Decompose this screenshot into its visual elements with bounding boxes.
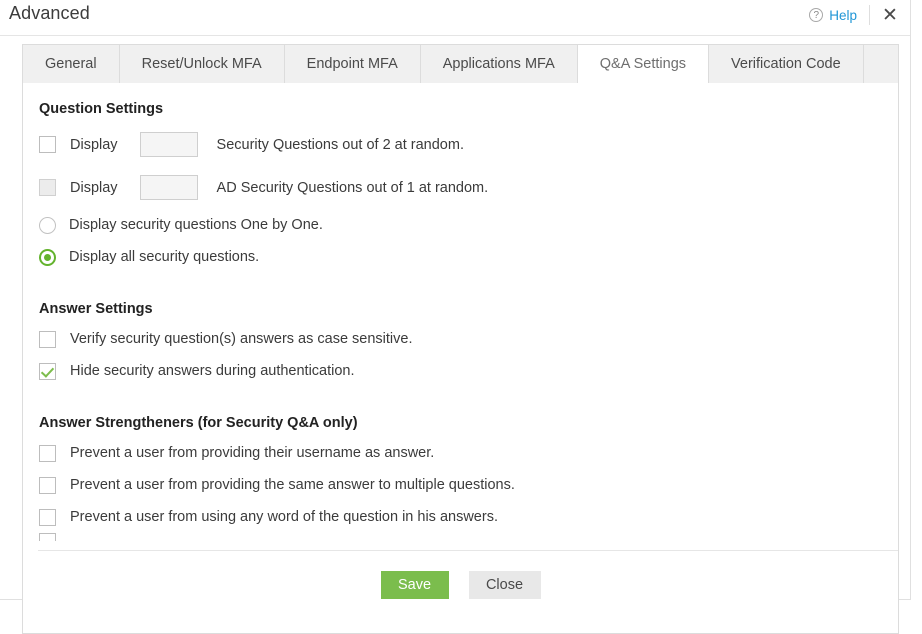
prevent-same-answer-label: Prevent a user from providing the same a… [70,477,515,493]
prevent-username-row: Prevent a user from providing their user… [39,437,898,469]
display-ad-security-questions-label: Display [70,179,118,196]
tab-applications-mfa[interactable]: Applications MFA [420,45,578,83]
answer-strengtheners-heading: Answer Strengtheners (for Security Q&A o… [39,415,358,431]
tab-verification-code[interactable]: Verification Code [709,45,864,83]
prevent-same-answer-checkbox[interactable] [39,476,56,494]
security-questions-count-input[interactable] [139,132,198,157]
dialog-header: Advanced ? Help ✕ [0,0,910,36]
close-button[interactable]: Close [468,571,541,599]
hide-answers-checkbox[interactable] [39,362,56,380]
tab-bar: General Reset/Unlock MFA Endpoint MFA Ap… [22,44,899,83]
prevent-question-word-label: Prevent a user from using any word of th… [70,509,498,525]
dialog-footer: Save Close [22,550,899,634]
prevent-same-answer-row: Prevent a user from providing the same a… [39,469,898,501]
footer-divider [38,550,898,551]
display-security-questions-label: Display [70,136,118,153]
save-button[interactable]: Save [380,571,449,599]
case-sensitive-row: Verify security question(s) answers as c… [39,323,898,355]
radio-display-all-questions[interactable] [39,248,56,266]
footer-buttons: Save Close [23,550,898,599]
help-link[interactable]: ? Help [809,8,869,23]
radio-display-all-row: Display all security questions. [39,241,898,273]
prevent-username-checkbox[interactable] [39,444,56,462]
question-settings-heading: Question Settings [39,101,164,117]
security-questions-suffix-label: Security Questions out of 2 at random. [216,136,464,153]
prevent-question-word-checkbox[interactable] [39,508,56,526]
prevent-question-word-row: Prevent a user from using any word of th… [39,501,898,533]
settings-content-scroll: Question Settings Display Security Quest… [22,83,899,550]
ad-security-questions-suffix-label: AD Security Questions out of 1 at random… [216,179,489,196]
clipped-next-option-checkbox[interactable] [39,533,56,541]
answer-settings-heading: Answer Settings [39,301,153,317]
tab-filler [863,45,898,83]
section-gap-2 [39,387,898,415]
hide-answers-row: Hide security answers during authenticat… [39,355,898,387]
advanced-dialog: Advanced ? Help ✕ General Reset/Unlock M… [0,0,911,634]
tab-reset-unlock-mfa[interactable]: Reset/Unlock MFA [119,45,285,83]
ad-security-questions-count-input[interactable] [139,175,198,200]
display-ad-security-questions-row: Display AD Security Questions out of 1 a… [39,166,898,209]
prevent-username-label: Prevent a user from providing their user… [70,445,435,461]
help-label: Help [829,7,857,23]
clipped-next-option-row [39,533,898,541]
display-security-questions-checkbox[interactable] [39,136,56,153]
display-ad-security-questions-checkbox[interactable] [39,179,56,196]
header-actions: ? Help ✕ [809,0,910,30]
section-gap-1 [39,273,898,301]
case-sensitive-label: Verify security question(s) answers as c… [70,331,413,347]
tab-endpoint-mfa[interactable]: Endpoint MFA [284,45,421,83]
question-circle-icon: ? [809,8,824,22]
radio-display-all-questions-label: Display all security questions. [69,249,260,265]
radio-one-by-one-row: Display security questions One by One. [39,209,898,241]
radio-display-one-by-one-label: Display security questions One by One. [69,217,323,233]
tab-qa-settings[interactable]: Q&A Settings [577,45,710,83]
radio-display-one-by-one[interactable] [39,216,56,234]
display-security-questions-row: Display Security Questions out of 2 at r… [39,123,898,166]
tab-general[interactable]: General [23,45,120,83]
case-sensitive-checkbox[interactable] [39,330,56,348]
hide-answers-label: Hide security answers during authenticat… [70,363,355,379]
settings-inner: Question Settings Display Security Quest… [23,83,898,541]
page-title: Advanced [9,3,90,23]
close-icon[interactable]: ✕ [870,6,910,25]
